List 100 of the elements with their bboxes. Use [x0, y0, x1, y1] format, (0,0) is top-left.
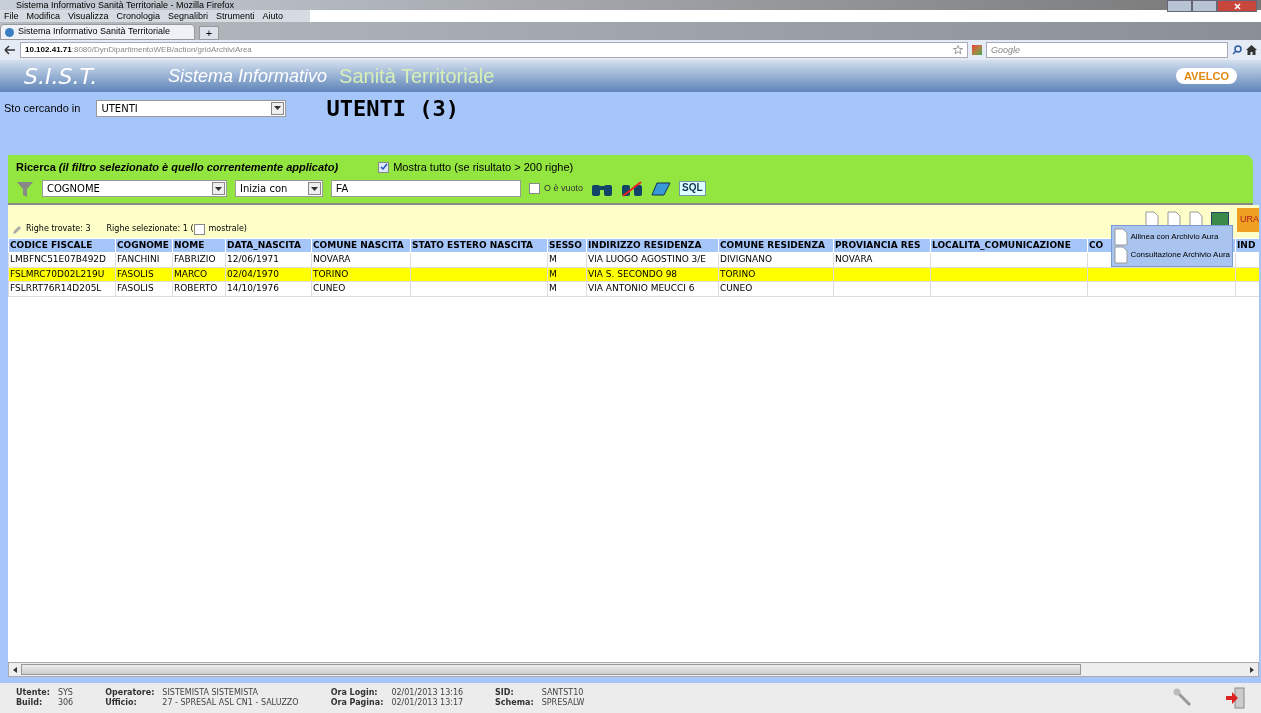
- minimize-icon[interactable]: [1167, 0, 1192, 12]
- maximize-icon[interactable]: [1192, 0, 1217, 12]
- operator-select[interactable]: Inizia con: [235, 180, 323, 197]
- status-label: Operatore:: [105, 688, 155, 698]
- home-icon[interactable]: [1246, 45, 1257, 55]
- status-label: Ufficio:: [105, 698, 138, 708]
- pencil-icon: [12, 224, 22, 235]
- search-title: Ricerca (il filtro selezionato è quello correntemente applicato): [16, 160, 339, 175]
- menu-item[interactable]: Visualizza: [68, 11, 109, 21]
- exit-door-icon[interactable]: [1225, 687, 1245, 709]
- table-cell: NOVARA: [833, 252, 931, 267]
- horizontal-scrollbar[interactable]: [8, 662, 1259, 677]
- banner-title: Sanità Territoriale: [339, 64, 495, 89]
- table-cell: FASOLIS: [115, 267, 173, 282]
- column-header[interactable]: PROVIANCIA RES: [833, 238, 931, 253]
- table-cell: DIVIGNANO: [718, 252, 834, 267]
- column-header[interactable]: LOCALITA_COMUNICAZIONE: [930, 238, 1088, 253]
- table-cell: ROBERTO: [172, 281, 226, 296]
- menu-item[interactable]: Strumenti: [215, 11, 255, 21]
- popup-menu-item[interactable]: Allinea con Archivio Aura: [1114, 227, 1230, 246]
- menu-item[interactable]: Aiuto: [262, 11, 283, 21]
- rows-selected: Righe selezionate: 1 (: [106, 222, 194, 235]
- archive-select[interactable]: UTENTI: [96, 99, 287, 117]
- document-icon[interactable]: [1114, 245, 1129, 264]
- table-cell: VIA S. SECONDO 98: [586, 267, 719, 282]
- archive-label: Sto cercando in: [4, 100, 81, 116]
- search-icon[interactable]: [1232, 45, 1242, 55]
- scroll-right-icon[interactable]: [1250, 666, 1254, 673]
- table-cell: CUNEO: [311, 281, 411, 296]
- table-cell: VIA ANTONIO MEUCCI 6: [586, 281, 719, 296]
- status-value: 306: [57, 698, 74, 708]
- checkbox[interactable]: [378, 161, 390, 173]
- wrench-icon[interactable]: [1173, 688, 1193, 708]
- status-label: SID:: [495, 688, 515, 698]
- web-search-field[interactable]: Google: [986, 42, 1228, 58]
- field-select[interactable]: COGNOME: [42, 180, 227, 197]
- column-header[interactable]: STATO ESTERO NASCITA: [410, 238, 548, 253]
- browser-tab[interactable]: Sistema Informativo Sanità Territoriale: [0, 24, 195, 40]
- brand-logo: AVELCO: [1175, 67, 1237, 85]
- sql-button[interactable]: SQL: [679, 181, 706, 196]
- checkbox-label: mostrale): [208, 222, 247, 235]
- table-cell: M: [547, 267, 587, 282]
- binoculars-crossed-icon[interactable]: [621, 180, 644, 197]
- column-header[interactable]: IND: [1235, 238, 1259, 253]
- menu-item[interactable]: Modifica: [26, 11, 61, 21]
- banner-subtitle: Sistema Informativo: [168, 64, 328, 88]
- table-cell: MARCO: [172, 267, 226, 282]
- status-label: Build:: [16, 698, 44, 708]
- status-value: SANTST10: [541, 688, 585, 698]
- checkbox-label: Mostra tutto (se risultato > 200 righe): [393, 160, 574, 175]
- eraser-icon[interactable]: [651, 181, 672, 196]
- table-cell: M: [547, 281, 587, 296]
- status-value: SYS: [57, 688, 74, 698]
- window-title: Sistema Informativo Sanità Territoriale - Mozilla Firefox: [15, 0, 234, 10]
- table-cell: NOVARA: [311, 252, 411, 267]
- logo: S.I.S.T.: [24, 62, 99, 91]
- table-cell: 02/04/1970: [225, 267, 312, 282]
- column-header[interactable]: COMUNE RESIDENZA: [718, 238, 834, 253]
- menu-item[interactable]: Segnalibri: [167, 11, 208, 21]
- document-icon[interactable]: [1114, 227, 1129, 246]
- checkbox[interactable]: [529, 183, 540, 194]
- column-header[interactable]: CODICE FISCALE: [8, 238, 116, 253]
- column-header[interactable]: COMUNE NASCITA: [311, 238, 411, 253]
- table-cell: FANCHINI: [115, 252, 173, 267]
- table-cell: 14/10/1976: [225, 281, 312, 296]
- table-cell: FSLMRC70D02L219U: [8, 267, 116, 282]
- status-label: Schema:: [495, 698, 534, 708]
- checkbox-label: O è vuoto: [544, 181, 584, 195]
- star-icon[interactable]: [953, 45, 963, 55]
- status-value: SPRESALW: [541, 698, 585, 708]
- status-label: Ora Login:: [330, 688, 379, 698]
- address-bar[interactable]: 10.102.41.71:8080/DynDipartimentoWEB/action/gridArchiviArea: [20, 42, 968, 58]
- column-header[interactable]: DATA_NASCITA: [225, 238, 312, 253]
- status-value: SISTEMISTA SISTEMISTA: [162, 688, 259, 698]
- column-header[interactable]: INDIRIZZO RESIDENZA: [586, 238, 719, 253]
- table-cell: TORINO: [311, 267, 411, 282]
- table-cell: VIA LUOGO AGOSTINO 3/E: [586, 252, 719, 267]
- close-icon[interactable]: [1217, 0, 1257, 12]
- status-value: 02/01/2013 13:16: [391, 688, 464, 698]
- checkbox[interactable]: [193, 223, 205, 235]
- table-cell: M: [547, 252, 587, 267]
- new-tab-button[interactable]: +: [199, 26, 219, 40]
- column-header[interactable]: NOME: [172, 238, 226, 253]
- status-label: Ora Pagina:: [330, 698, 384, 708]
- column-header[interactable]: COGNOME: [115, 238, 173, 253]
- back-icon[interactable]: [4, 45, 16, 55]
- status-value: 27 - SPRESAL ASL CN1 - SALUZZO: [162, 698, 299, 708]
- page-heading: UTENTI (3): [326, 94, 459, 123]
- table-cell: FABRIZIO: [172, 252, 226, 267]
- table-cell: FASOLIS: [115, 281, 173, 296]
- status-value: 02/01/2013 13:17: [391, 698, 464, 708]
- column-header[interactable]: SESSO: [547, 238, 587, 253]
- menu-item[interactable]: Cronologia: [116, 11, 160, 21]
- table-cell: 12/06/1971: [225, 252, 312, 267]
- rows-found: Righe trovate: 3: [26, 222, 91, 235]
- table-cell: TORINO: [718, 267, 834, 282]
- filter-icon[interactable]: [16, 179, 34, 198]
- scroll-left-icon[interactable]: [13, 666, 17, 673]
- menu-item[interactable]: File: [4, 11, 19, 21]
- search-value-field[interactable]: FA: [331, 180, 521, 197]
